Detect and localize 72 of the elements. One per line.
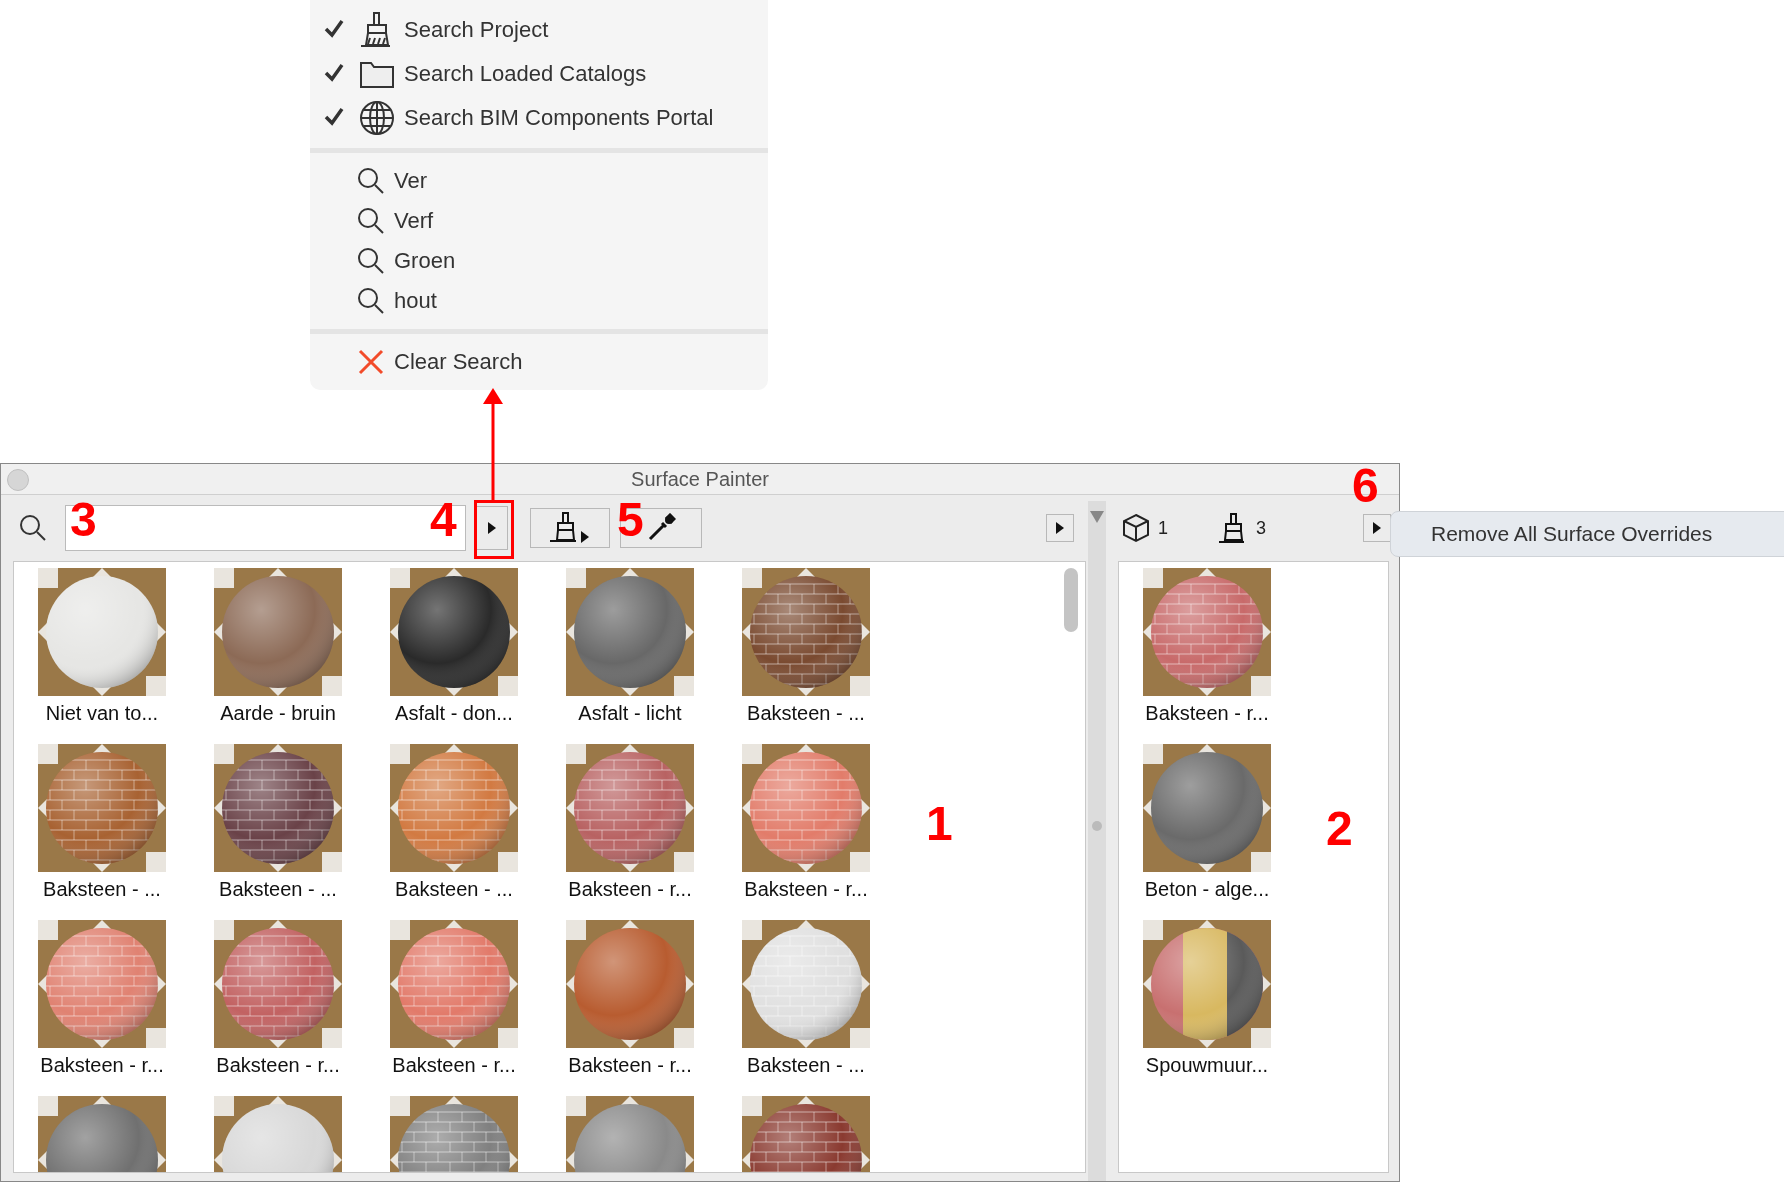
count-label: 1 bbox=[1158, 517, 1168, 539]
more-button[interactable] bbox=[1363, 514, 1391, 542]
material-tile[interactable]: Beton - alge... bbox=[1119, 744, 1295, 920]
material-name: Baksteen - r... bbox=[568, 1054, 692, 1077]
material-tile[interactable]: Baksteen - ... bbox=[718, 920, 894, 1096]
material-name: Baksteen - r... bbox=[744, 878, 868, 901]
more-button[interactable] bbox=[1046, 514, 1074, 542]
search-icon bbox=[357, 207, 385, 235]
annotation-number: 4 bbox=[430, 496, 457, 544]
material-name: Baksteen - r... bbox=[1145, 702, 1269, 725]
material-tile[interactable]: Baksteen - r... bbox=[14, 920, 190, 1096]
material-name: Spouwmuur... bbox=[1145, 1054, 1269, 1077]
recent-search-item[interactable]: Groen bbox=[310, 241, 768, 281]
paint-button[interactable] bbox=[530, 508, 610, 548]
play-icon bbox=[1372, 521, 1382, 535]
count-label: 3 bbox=[1256, 517, 1267, 539]
material-tile[interactable]: Niet van to... bbox=[14, 568, 190, 744]
material-tile[interactable]: Baksteen - r... bbox=[542, 920, 718, 1096]
material-name: Baksteen - r... bbox=[40, 1054, 164, 1077]
material-tile[interactable]: Asfalt - licht bbox=[542, 568, 718, 744]
material-name: Baksteen - ... bbox=[43, 878, 161, 901]
recent-search-item[interactable]: Ver bbox=[310, 161, 768, 201]
annotation-number: 1 bbox=[926, 800, 953, 848]
material-name: Beton - alge... bbox=[1144, 878, 1270, 901]
menu-item[interactable]: Search BIM Components Portal bbox=[310, 96, 768, 140]
menu-item[interactable]: Search Project bbox=[310, 8, 768, 52]
material-tile[interactable]: Spouwmuur... bbox=[1119, 920, 1295, 1096]
material-tile[interactable]: Asfalt - don... bbox=[366, 568, 542, 744]
material-name: Asfalt - licht bbox=[578, 702, 682, 725]
annotation-number: 3 bbox=[70, 496, 97, 544]
material-tile[interactable]: Baksteen - r... bbox=[1119, 568, 1295, 744]
play-icon bbox=[1055, 521, 1065, 535]
cube-icon bbox=[1122, 513, 1150, 543]
window-title: Surface Painter bbox=[631, 467, 769, 491]
folder-icon bbox=[359, 59, 395, 89]
material-name: Baksteen - r... bbox=[392, 1054, 516, 1077]
search-icon bbox=[357, 247, 385, 275]
search-icon bbox=[357, 167, 385, 195]
material-name: Baksteen - ... bbox=[747, 1054, 865, 1077]
material-name: Baksteen - ... bbox=[395, 878, 513, 901]
search-icon bbox=[19, 514, 47, 542]
material-name: Asfalt - don... bbox=[395, 702, 513, 725]
material-name: Aarde - bruin bbox=[220, 702, 336, 725]
material-name: Baksteen - r... bbox=[216, 1054, 340, 1077]
recent-search-item[interactable]: hout bbox=[310, 281, 768, 321]
material-tile[interactable]: Baksteen - ... bbox=[718, 568, 894, 744]
highlight-frame bbox=[474, 500, 514, 559]
material-tile[interactable]: Baksteen - r... bbox=[366, 920, 542, 1096]
close-icon bbox=[357, 348, 385, 376]
material-tile[interactable]: Baksteen - r... bbox=[542, 744, 718, 920]
material-tile[interactable]: Aarde - bruin bbox=[190, 568, 366, 744]
clear-search-item[interactable]: Clear Search bbox=[310, 342, 768, 382]
material-name: Niet van to... bbox=[45, 702, 159, 725]
remove-overrides-item[interactable]: Remove All Surface Overrides bbox=[1390, 511, 1784, 557]
recent-search-item[interactable]: Verf bbox=[310, 201, 768, 241]
annotation-number: 5 bbox=[617, 496, 644, 544]
material-tile[interactable]: Baksteen - ... bbox=[190, 744, 366, 920]
material-name: Baksteen - r... bbox=[568, 878, 692, 901]
material-tile[interactable]: Baksteen - ... bbox=[366, 744, 542, 920]
material-tile[interactable]: Baksteen - r... bbox=[190, 920, 366, 1096]
menu-item[interactable]: Search Loaded Catalogs bbox=[310, 52, 768, 96]
annotation-number: 6 bbox=[1352, 462, 1379, 510]
material-name: Baksteen - ... bbox=[747, 702, 865, 725]
globe-icon bbox=[359, 100, 395, 136]
material-name: Baksteen - ... bbox=[219, 878, 337, 901]
search-icon bbox=[357, 287, 385, 315]
eyedropper-icon bbox=[646, 513, 676, 543]
search-options-button[interactable] bbox=[476, 506, 508, 550]
play-icon bbox=[487, 521, 497, 535]
material-tile[interactable]: Baksteen - ... bbox=[14, 744, 190, 920]
material-tile[interactable]: Baksteen - r... bbox=[718, 744, 894, 920]
annotation-number: 2 bbox=[1326, 805, 1353, 853]
